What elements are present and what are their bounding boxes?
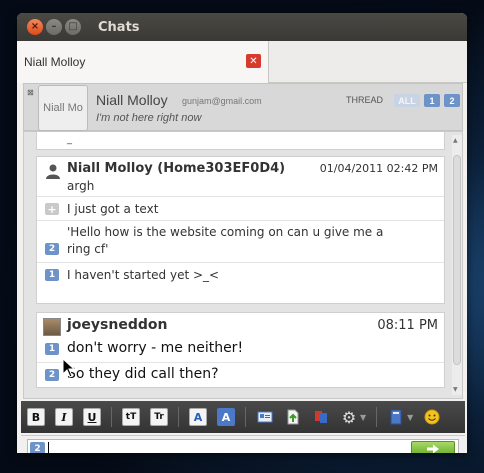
file-upload-icon[interactable] <box>284 408 302 426</box>
underline-button[interactable]: U <box>83 408 101 426</box>
message-scrollbar[interactable]: ▲ ▼ <box>452 135 462 395</box>
message-time: 08:11 PM <box>377 318 438 333</box>
mouse-cursor-icon <box>62 358 76 378</box>
previous-message-tail: _ <box>36 132 445 150</box>
tab-label: Niall Molloy <box>24 55 86 69</box>
chevron-down-icon[interactable]: ▼ <box>407 413 413 422</box>
scroll-down-icon[interactable]: ▼ <box>453 386 458 393</box>
avatar <box>43 318 61 336</box>
message-line-row: 1 I haven't started yet >_< <box>37 263 444 287</box>
tab-close-button[interactable]: ✕ <box>246 54 261 68</box>
message-line: So they did call then? <box>67 366 219 382</box>
sender-name: joeysneddon <box>67 317 168 333</box>
message-line: I haven't started yet >_< <box>67 268 220 282</box>
contact-name: Niall Molloy <box>96 92 168 108</box>
message-line: 'Hello how is the website coming on can … <box>67 225 384 239</box>
toolbar-divider <box>178 407 179 427</box>
header-close-icon[interactable]: ⊠ <box>27 88 34 97</box>
chat-pane: ⊠ Niall Mo Niall Molloy gunjam@gmail.com… <box>19 83 465 453</box>
sender-row: joeysneddon 08:11 PM <box>37 313 444 339</box>
contact-avatar: Niall Mo <box>38 85 88 131</box>
toolbar-divider <box>111 407 112 427</box>
tab-bar: Niall Molloy ✕ <box>17 41 467 83</box>
add-thread-icon[interactable]: + <box>45 203 59 216</box>
background-color-button[interactable]: A <box>217 408 235 426</box>
message-block-joey: joeysneddon 08:11 PM 1 don't worry - me … <box>36 312 445 388</box>
send-button[interactable] <box>411 441 455 453</box>
title-bar: × – □ Chats <box>17 13 467 41</box>
window-title: Chats <box>98 19 140 35</box>
gear-icon[interactable]: ⚙ <box>340 408 358 427</box>
scroll-thumb[interactable] <box>453 155 461 365</box>
person-icon <box>46 164 60 179</box>
thread-badge[interactable]: 1 <box>45 343 59 355</box>
tail-text: _ <box>67 134 72 145</box>
thread-1-button[interactable]: 1 <box>424 94 440 107</box>
bold-button[interactable]: B <box>27 408 45 426</box>
toolbar-divider <box>245 407 246 427</box>
scroll-up-icon[interactable]: ▲ <box>453 137 458 144</box>
window-maximize-button[interactable]: □ <box>65 19 81 35</box>
font-size-larger-button[interactable]: Tr <box>150 408 168 426</box>
thread-all-button[interactable]: ALL <box>394 94 420 107</box>
message-line-row: 2 So they did call then? <box>37 363 444 387</box>
thread-badge[interactable]: 1 <box>45 269 59 281</box>
window-stack-icon[interactable] <box>312 408 330 426</box>
sender-row: Niall Molloy (Home303EF0D4) 01/04/2011 0… <box>37 157 444 197</box>
chat-window: × – □ Chats Niall Molloy ✕ ⊠ Niall Mo Ni… <box>17 13 467 453</box>
italic-button[interactable]: I <box>55 408 73 426</box>
message-line: don't worry - me neither! <box>67 340 244 356</box>
thread-2-button[interactable]: 2 <box>444 94 460 107</box>
message-line-row: 2 'Hello how is the website coming on ca… <box>37 221 444 263</box>
tab-niall-molloy[interactable]: Niall Molloy ✕ <box>17 41 269 83</box>
message-list[interactable]: _ Niall Molloy (Home303EF0D4) 01/04/2011… <box>23 131 463 399</box>
contact-email: gunjam@gmail.com <box>182 96 262 106</box>
format-toolbar: B I U tT Tr A A ⚙ ▼ ▼ <box>21 401 465 433</box>
thread-badge[interactable]: 2 <box>45 243 59 255</box>
text-caret <box>48 442 49 453</box>
message-time: 01/04/2011 02:42 PM <box>319 162 438 175</box>
sender-name: Niall Molloy (Home303EF0D4) <box>67 161 286 176</box>
contact-card-icon[interactable] <box>256 408 274 426</box>
message-line: ring cf' <box>67 242 109 256</box>
toolbar-divider <box>376 407 378 427</box>
input-row: 2 <box>21 435 465 453</box>
window-close-button[interactable]: × <box>27 19 43 35</box>
thread-badge[interactable]: 2 <box>45 369 59 381</box>
contact-header: ⊠ Niall Mo Niall Molloy gunjam@gmail.com… <box>23 83 463 131</box>
notepad-icon[interactable] <box>387 408 405 426</box>
message-line-row: + I just got a text <box>37 197 444 221</box>
input-thread-badge[interactable]: 2 <box>30 442 45 453</box>
message-input[interactable]: 2 <box>27 439 459 453</box>
font-size-smaller-button[interactable]: tT <box>122 408 140 426</box>
font-color-button[interactable]: A <box>189 408 207 426</box>
message-line: I just got a text <box>67 202 159 216</box>
arrow-right-icon <box>427 444 439 453</box>
message-line: argh <box>67 179 95 193</box>
contact-status: I'm not here right now <box>96 112 202 124</box>
message-block-niall: Niall Molloy (Home303EF0D4) 01/04/2011 0… <box>36 156 445 304</box>
thread-label: THREAD <box>346 95 384 105</box>
message-line-row: 1 don't worry - me neither! <box>37 339 444 363</box>
window-minimize-button[interactable]: – <box>46 19 62 35</box>
emoticon-icon[interactable] <box>423 408 441 426</box>
chevron-down-icon[interactable]: ▼ <box>360 413 366 422</box>
